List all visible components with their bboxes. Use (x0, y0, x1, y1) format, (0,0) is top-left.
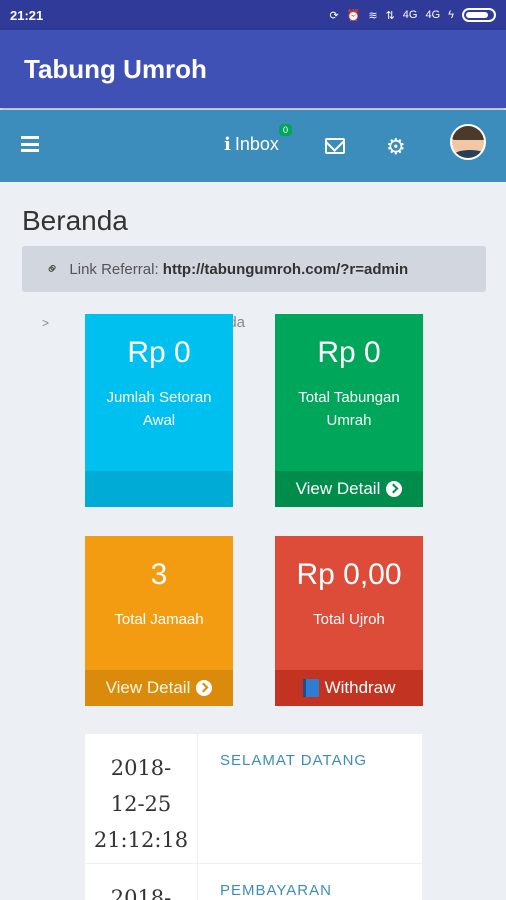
tile-total-ujroh[interactable]: Rp 0,00 Total Ujroh Withdraw (275, 536, 423, 706)
tile-total-tabungan[interactable]: Rp 0 Total Tabungan Umrah View Detail (275, 314, 423, 507)
tile-footer[interactable] (85, 471, 233, 507)
status-icons: ⟳ ⏰ ≋ ⇅ 4G 4G ϟ (329, 8, 496, 22)
table-row[interactable]: 2018- PEMBAYARAN (85, 864, 422, 900)
breadcrumb-arrow: > (42, 316, 50, 330)
tile-label: Total Ujroh (313, 611, 385, 628)
referral-url[interactable]: http://tabungumroh.com/?r=admin (163, 261, 408, 278)
battery-icon (462, 8, 496, 22)
network-label: 4G (402, 9, 418, 21)
tile-value: Rp 0,00 (296, 558, 402, 591)
footer-label: View Detail (105, 678, 191, 697)
tile-label: Jumlah Setoran Awal (106, 389, 212, 429)
tile-value: Rp 0 (127, 336, 191, 369)
tile-total-jamaah[interactable]: 3 Total Jamaah View Detail (85, 536, 233, 706)
app-bar: Tabung Umroh (0, 30, 506, 108)
mail-icon[interactable] (325, 138, 345, 154)
footer-label: View Detail (295, 479, 381, 498)
view-detail-link[interactable]: View Detail (85, 670, 233, 706)
footer-label: Withdraw (324, 678, 396, 697)
app-title: Tabung Umroh (24, 53, 207, 84)
view-detail-link[interactable]: View Detail (275, 471, 423, 507)
message-date: 2018- 12-25 21:12:18 (85, 734, 198, 863)
inbox-label: Inbox (234, 134, 279, 154)
message-date: 2018- (85, 864, 198, 900)
table-row[interactable]: 2018- 12-25 21:12:18 SELAMAT DATANG (85, 734, 422, 864)
sync-icon: ⟳ (329, 9, 339, 22)
inbox-count-badge: 0 (279, 124, 293, 136)
page-title: Beranda (22, 205, 128, 236)
data-arrows-icon: ⇅ (385, 9, 395, 22)
withdraw-button[interactable]: Withdraw (275, 670, 423, 706)
tile-value: 3 (150, 558, 168, 591)
tile-setoran-awal[interactable]: Rp 0 Jumlah Setoran Awal (85, 314, 233, 507)
tile-label: Total Jamaah (114, 611, 204, 628)
menu-icon[interactable] (21, 136, 39, 152)
info-icon: i (224, 134, 231, 155)
book-icon (302, 679, 319, 697)
breadcrumb: > nda (42, 314, 245, 331)
tile-value: Rp 0 (317, 336, 381, 369)
message-title[interactable]: PEMBAYARAN (220, 882, 332, 899)
user-avatar[interactable] (450, 124, 486, 160)
top-toolbar: i Inbox 0 ⚙ (0, 110, 506, 182)
status-time: 21:21 (10, 7, 44, 23)
arrow-circle-right-icon (196, 680, 213, 696)
wifi-icon: ≋ (368, 9, 378, 22)
charging-icon: ϟ (448, 9, 454, 21)
message-title[interactable]: SELAMAT DATANG (220, 752, 367, 769)
link-icon: ⚭ (42, 258, 64, 281)
settings-gears-icon[interactable]: ⚙ (386, 134, 406, 160)
message-table: 2018- 12-25 21:12:18 SELAMAT DATANG 2018… (85, 734, 422, 900)
arrow-circle-right-icon (386, 481, 403, 497)
referral-box: ⚭ Link Referral: http://tabungumroh.com/… (22, 246, 486, 292)
status-bar: 21:21 ⟳ ⏰ ≋ ⇅ 4G 4G ϟ (0, 0, 506, 30)
network-label-2: 4G (425, 9, 441, 21)
tile-label: Total Tabungan Umrah (298, 389, 400, 429)
alarm-icon: ⏰ (346, 9, 361, 22)
inbox-button[interactable]: i Inbox 0 (224, 124, 293, 155)
referral-label: Link Referral: (69, 260, 159, 278)
